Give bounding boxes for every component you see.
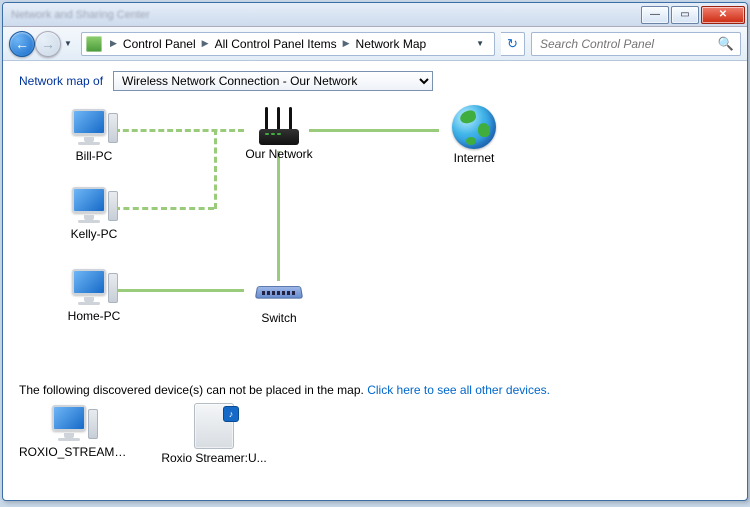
arrow-left-icon: ←	[15, 36, 29, 52]
switch-icon	[254, 273, 304, 303]
link-router-switch	[277, 151, 280, 281]
node-bill-pc[interactable]: Bill-PC	[49, 107, 139, 163]
node-label: Switch	[234, 311, 324, 325]
map-of-row: Network map of Wireless Network Connecti…	[19, 71, 731, 91]
node-label: Our Network	[234, 147, 324, 161]
node-label: Bill-PC	[49, 149, 139, 163]
search-icon: 🔍	[718, 36, 734, 52]
title-bar: Network and Sharing Center — ▭ ✕	[3, 3, 747, 27]
refresh-button[interactable]: ↻	[501, 32, 525, 56]
map-of-select[interactable]: Wireless Network Connection - Our Networ…	[113, 71, 433, 91]
arrow-right-icon: →	[41, 36, 55, 52]
computer-icon	[50, 403, 98, 443]
navigation-bar: ← → ▼ ▶ Control Panel ▶ All Control Pane…	[3, 27, 747, 61]
chevron-right-icon: ▶	[339, 38, 354, 49]
search-input[interactable]	[538, 36, 718, 52]
link-router-internet	[309, 129, 439, 132]
breadcrumb-item-control-panel[interactable]: Control Panel	[121, 35, 198, 53]
see-all-devices-link[interactable]: Click here to see all other devices.	[367, 383, 550, 397]
window-frame: Network and Sharing Center — ▭ ✕ ← → ▼ ▶…	[2, 2, 748, 501]
refresh-icon: ↻	[507, 36, 518, 52]
unplaced-devices-text: The following discovered device(s) can n…	[19, 383, 731, 397]
computer-icon	[70, 185, 118, 225]
window-title: Network and Sharing Center	[11, 9, 150, 21]
chevron-right-icon: ▶	[106, 38, 121, 49]
computer-icon	[70, 107, 118, 147]
unplaced-device-roxio-drive[interactable]: ♪ Roxio Streamer:U...	[159, 403, 269, 465]
control-panel-icon	[86, 36, 102, 52]
node-label: Internet	[429, 151, 519, 165]
breadcrumb-dropdown[interactable]: ▼	[470, 39, 490, 48]
content-area: Network map of Wireless Network Connecti…	[3, 61, 747, 500]
unplaced-device-roxio-streamer[interactable]: ROXIO_STREAMER	[19, 403, 129, 465]
maximize-button[interactable]: ▭	[671, 6, 699, 24]
computer-icon	[70, 267, 118, 307]
node-internet[interactable]: Internet	[429, 105, 519, 165]
search-box[interactable]: 🔍	[531, 32, 741, 56]
badge-icon: ♪	[223, 406, 239, 422]
node-home-pc[interactable]: Home-PC	[49, 267, 139, 323]
node-label: Roxio Streamer:U...	[159, 451, 269, 465]
back-button[interactable]: ←	[9, 31, 35, 57]
forward-button[interactable]: →	[35, 31, 61, 57]
unplaced-devices-row: ROXIO_STREAMER ♪ Roxio Streamer:U...	[19, 403, 731, 465]
nav-history-dropdown[interactable]: ▼	[61, 33, 75, 55]
node-label: Home-PC	[49, 309, 139, 323]
chevron-right-icon: ▶	[198, 38, 213, 49]
map-of-label: Network map of	[19, 74, 103, 88]
unplaced-text: The following discovered device(s) can n…	[19, 383, 364, 397]
caption-buttons: — ▭ ✕	[641, 6, 745, 24]
router-icon	[255, 103, 303, 145]
breadcrumb-item-all-items[interactable]: All Control Panel Items	[213, 35, 339, 53]
node-label: ROXIO_STREAMER	[19, 445, 129, 459]
media-device-icon: ♪	[194, 403, 234, 449]
close-button[interactable]: ✕	[701, 6, 745, 24]
network-map-canvas: Bill-PC Kelly-PC Home-PC Our Netw	[19, 99, 731, 379]
link-kellypc-branch-v	[214, 129, 217, 209]
node-kelly-pc[interactable]: Kelly-PC	[49, 185, 139, 241]
breadcrumb-item-network-map[interactable]: Network Map	[354, 35, 429, 53]
breadcrumb[interactable]: ▶ Control Panel ▶ All Control Panel Item…	[81, 32, 495, 56]
minimize-button[interactable]: —	[641, 6, 669, 24]
node-switch[interactable]: Switch	[234, 267, 324, 325]
node-router[interactable]: Our Network	[234, 103, 324, 161]
nav-arrow-group: ← → ▼	[9, 31, 75, 57]
node-label: Kelly-PC	[49, 227, 139, 241]
globe-icon	[452, 105, 496, 149]
